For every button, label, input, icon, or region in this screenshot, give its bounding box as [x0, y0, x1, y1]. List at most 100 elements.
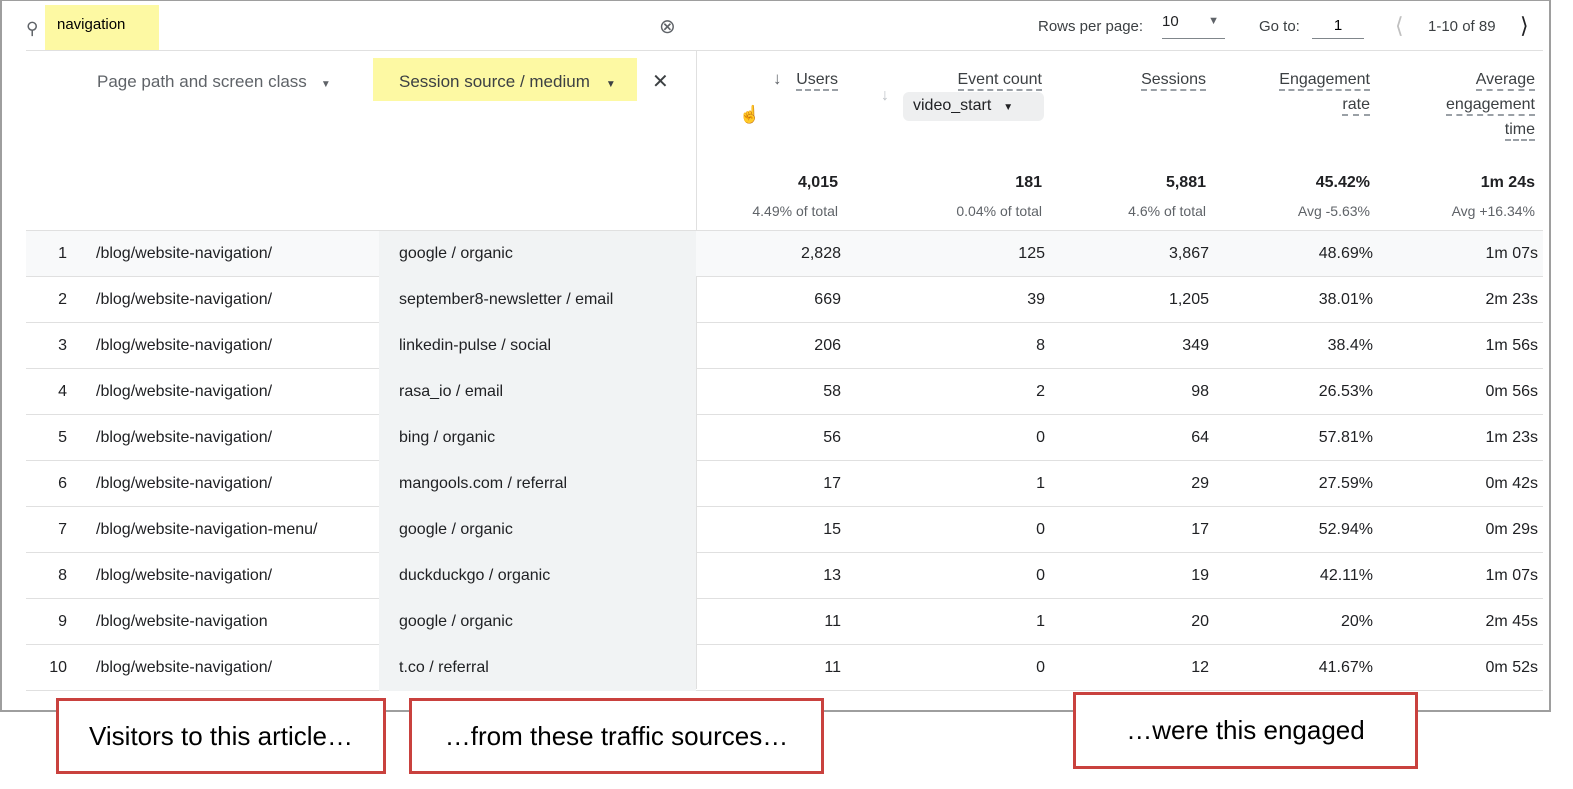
- annotation-visitors: Visitors to this article…: [56, 698, 386, 774]
- sessions-cell: 29: [1191, 475, 1209, 492]
- avg-engagement-time-cell: 1m 56s: [1485, 337, 1538, 354]
- users-cell: 13: [823, 567, 841, 584]
- header-line: Average: [1475, 71, 1535, 91]
- table-row[interactable]: 2/blog/website-navigation/september8-new…: [26, 277, 1543, 323]
- table-row[interactable]: 6/blog/website-navigation/mangools.com /…: [26, 461, 1543, 507]
- users-cell: 17: [823, 475, 841, 492]
- table-row[interactable]: 5/blog/website-navigation/bing / organic…: [26, 415, 1543, 461]
- engagement-rate-cell: 42.11%: [1319, 567, 1373, 584]
- page-path-cell: /blog/website-navigation/: [96, 567, 273, 584]
- engagement-rate-cell: 26.53%: [1318, 383, 1373, 400]
- total-engagement-rate-sub: Avg -5.63%: [1297, 203, 1370, 219]
- table-row[interactable]: 3/blog/website-navigation/linkedin-pulse…: [26, 323, 1543, 369]
- page-path-cell: /blog/website-navigation/: [96, 337, 273, 354]
- avg-engagement-time-cell: 0m 42s: [1485, 475, 1538, 492]
- table-row[interactable]: 8/blog/website-navigation/duckduckgo / o…: [26, 553, 1543, 599]
- source-medium-cell: google / organic: [399, 613, 513, 630]
- total-engagement-rate: 45.42%: [1315, 174, 1370, 191]
- engagement-rate-cell: 38.01%: [1318, 291, 1373, 308]
- event-count-header[interactable]: Event count: [957, 67, 1042, 92]
- users-cell: 15: [823, 521, 841, 538]
- sessions-cell: 17: [1191, 521, 1209, 538]
- table-row[interactable]: 4/blog/website-navigation/rasa_io / emai…: [26, 369, 1543, 415]
- next-page-icon[interactable]: ⟩: [1520, 13, 1529, 39]
- primary-dimension-select[interactable]: Page path and screen class ▼: [97, 72, 331, 92]
- source-medium-cell: google / organic: [399, 245, 513, 262]
- event-count-cell: 0: [1036, 659, 1045, 676]
- total-avg-time-sub: Avg +16.34%: [1451, 203, 1535, 219]
- avg-engagement-time-cell: 0m 52s: [1485, 659, 1538, 676]
- users-cell: 669: [814, 291, 841, 308]
- table-row[interactable]: 10/blog/website-navigation/t.co / referr…: [26, 645, 1543, 691]
- search-icon: ⚲: [26, 19, 39, 38]
- prev-page-icon[interactable]: ⟨: [1395, 13, 1404, 39]
- users-cell: 56: [823, 429, 841, 446]
- rows-per-page-select[interactable]: 10 ▼: [1162, 13, 1225, 39]
- page-path-cell: /blog/website-navigation/: [96, 291, 273, 308]
- annotation-sources: …from these traffic sources…: [409, 698, 824, 774]
- annotation-text: …were this engaged: [1126, 715, 1365, 745]
- rows-per-page-label: Rows per page:: [1038, 18, 1144, 35]
- header-line: time: [1504, 121, 1535, 141]
- sessions-cell: 20: [1191, 613, 1209, 630]
- engagement-rate-cell: 57.81%: [1318, 429, 1373, 446]
- row-number: 7: [58, 521, 67, 538]
- event-count-cell: 125: [1018, 245, 1045, 262]
- source-medium-cell: september8-newsletter / email: [399, 291, 614, 308]
- users-header[interactable]: Users: [796, 67, 838, 92]
- table-row[interactable]: 1/blog/website-navigation/google / organ…: [26, 231, 1543, 277]
- primary-dimension-label: Page path and screen class: [97, 72, 307, 91]
- sessions-cell: 98: [1191, 383, 1209, 400]
- row-number: 6: [58, 475, 67, 492]
- header-line: rate: [1342, 96, 1370, 116]
- avg-engagement-time-cell: 0m 29s: [1485, 521, 1538, 538]
- users-header-label: Users: [796, 71, 838, 91]
- sort-down-icon[interactable]: ↓: [773, 69, 782, 89]
- engagement-rate-header[interactable]: Engagement rate: [1279, 67, 1370, 117]
- secondary-dimension-label: Session source / medium: [399, 72, 590, 91]
- source-medium-cell: bing / organic: [399, 429, 496, 446]
- header-line: engagement: [1446, 96, 1535, 116]
- avg-engagement-time-cell: 2m 45s: [1485, 613, 1538, 630]
- sessions-header-label: Sessions: [1141, 71, 1206, 91]
- caret-down-icon: ▼: [320, 79, 331, 90]
- page-range: 1-10 of 89: [1428, 18, 1496, 35]
- table-row[interactable]: 7/blog/website-navigation-menu/google / …: [26, 507, 1543, 553]
- event-count-cell: 1: [1036, 475, 1045, 492]
- total-avg-time: 1m 24s: [1480, 174, 1535, 191]
- sessions-cell: 349: [1182, 337, 1209, 354]
- sort-arrow-icon[interactable]: ↓: [881, 87, 889, 105]
- row-number: 10: [49, 659, 67, 676]
- event-count-cell: 1: [1036, 613, 1045, 630]
- source-medium-cell: t.co / referral: [399, 659, 489, 676]
- sessions-cell: 12: [1191, 659, 1209, 676]
- avg-engagement-time-cell: 0m 56s: [1485, 383, 1538, 400]
- table-row[interactable]: 9/blog/website-navigation google / organi…: [26, 599, 1543, 645]
- engagement-rate-cell: 27.59%: [1318, 475, 1373, 492]
- row-number: 8: [58, 567, 67, 584]
- event-name-filter[interactable]: video_start ▼: [903, 92, 1044, 121]
- users-cell: 11: [824, 659, 841, 676]
- secondary-dimension-select[interactable]: Session source / medium ▼: [373, 58, 637, 101]
- clear-search-icon[interactable]: ⊗: [659, 17, 676, 37]
- caret-down-icon: ▼: [1003, 102, 1014, 113]
- sessions-cell: 19: [1191, 567, 1209, 584]
- engagement-rate-cell: 41.67%: [1318, 659, 1373, 676]
- source-medium-cell: rasa_io / email: [399, 383, 504, 400]
- engagement-rate-cell: 38.4%: [1327, 337, 1373, 354]
- avg-engagement-time-header[interactable]: Average engagement time: [1446, 67, 1535, 142]
- goto-page-input[interactable]: [1312, 13, 1364, 39]
- total-events-sub: 0.04% of total: [956, 203, 1042, 219]
- page-path-cell: /blog/website-navigation/: [96, 475, 273, 492]
- avg-engagement-time-cell: 1m 07s: [1485, 567, 1538, 584]
- search-input[interactable]: [57, 16, 647, 33]
- total-users-sub: 4.49% of total: [752, 203, 838, 219]
- remove-dimension-icon[interactable]: ✕: [652, 69, 669, 94]
- users-cell: 2,828: [800, 245, 841, 262]
- event-count-cell: 0: [1036, 567, 1045, 584]
- event-count-cell: 8: [1036, 337, 1045, 354]
- sessions-header[interactable]: Sessions: [1141, 67, 1206, 92]
- caret-down-icon: ▼: [605, 79, 616, 90]
- page-path-cell: /blog/website-navigation/: [96, 659, 273, 676]
- engagement-rate-cell: 20%: [1340, 613, 1373, 630]
